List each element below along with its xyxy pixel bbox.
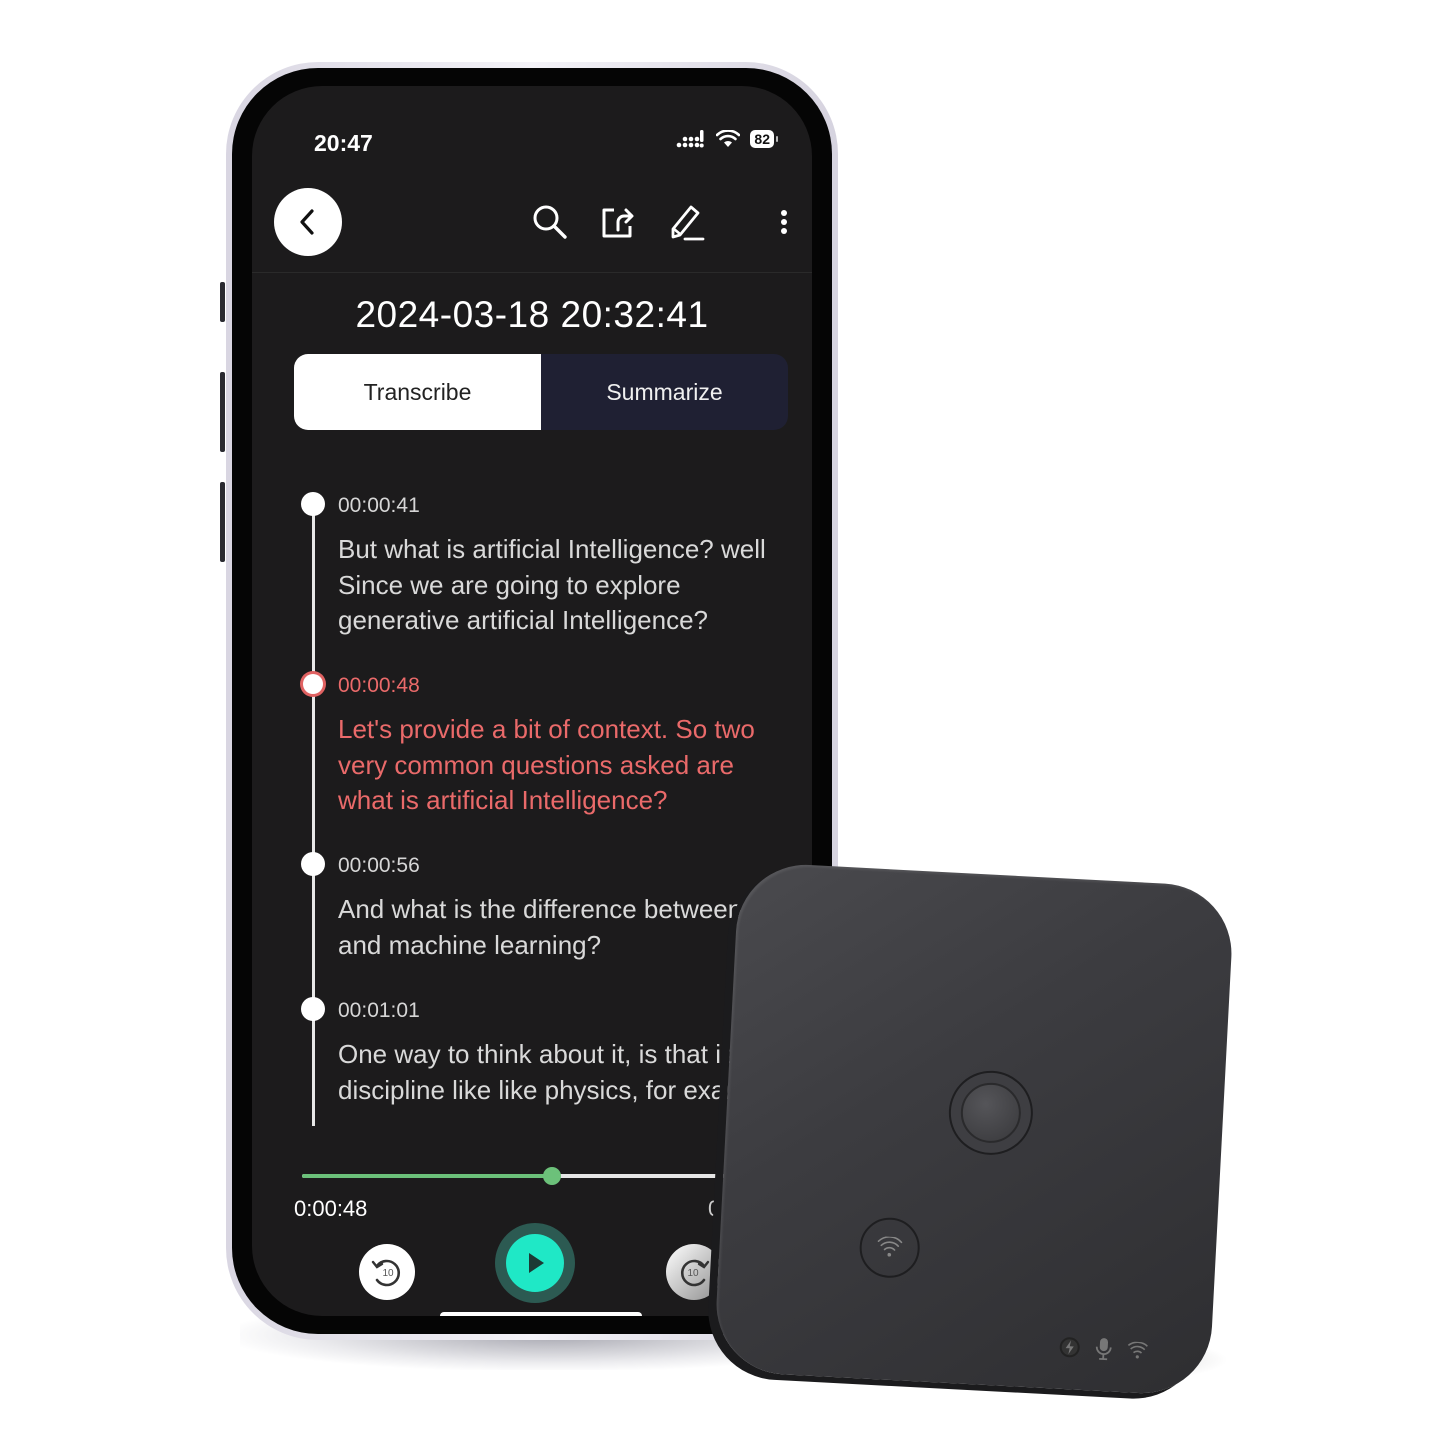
volume-up-button bbox=[220, 372, 225, 452]
current-time: 0:00:48 bbox=[294, 1196, 368, 1221]
entry-timestamp: 00:00:41 bbox=[338, 494, 420, 517]
tab-transcribe[interactable]: Transcribe bbox=[294, 354, 541, 430]
rewind-10-icon: 10 bbox=[371, 1259, 400, 1287]
entry-text: Let's provide a bit of context. So two v… bbox=[338, 714, 755, 815]
status-icons: 82 bbox=[676, 130, 778, 148]
svg-text:10: 10 bbox=[687, 1268, 699, 1279]
search-button[interactable] bbox=[528, 200, 572, 244]
chevron-left-icon bbox=[300, 209, 314, 235]
entry-text: One way to think about it, is that is a … bbox=[338, 1039, 782, 1105]
wifi-pair-button bbox=[858, 1216, 922, 1280]
recording-title: 2024-03-18 20:32:41 bbox=[355, 294, 709, 335]
timeline-line bbox=[312, 498, 315, 1134]
tab-summarize[interactable]: Summarize bbox=[541, 354, 788, 430]
wifi-icon bbox=[1127, 1341, 1148, 1359]
playback-slider-handle[interactable] bbox=[542, 1167, 561, 1185]
microphone-icon bbox=[1095, 1338, 1112, 1361]
toolbar-divider bbox=[252, 272, 812, 273]
entry-timestamp: 00:01:01 bbox=[338, 999, 420, 1022]
wifi-icon bbox=[716, 130, 741, 147]
charging-icon bbox=[1059, 1337, 1080, 1358]
skip-forward-button[interactable]: 10 bbox=[666, 1244, 722, 1300]
play-button[interactable] bbox=[506, 1234, 564, 1292]
play-icon bbox=[529, 1253, 544, 1273]
more-vertical-icon bbox=[781, 210, 787, 234]
timeline-dot bbox=[301, 997, 325, 1021]
view-toggle: Transcribe Summarize bbox=[294, 354, 788, 430]
edit-button[interactable] bbox=[664, 200, 708, 244]
forward-10-icon: 10 bbox=[681, 1259, 710, 1287]
battery-icon: 82 bbox=[750, 130, 778, 148]
voice-recorder-device bbox=[712, 861, 1236, 1397]
more-button[interactable] bbox=[762, 200, 806, 244]
timeline-dot-active bbox=[303, 674, 323, 694]
status-time: 20:47 bbox=[314, 130, 373, 156]
wifi-icon bbox=[877, 1236, 903, 1257]
svg-text:10: 10 bbox=[382, 1268, 394, 1279]
entry-timestamp: 00:00:48 bbox=[338, 674, 420, 697]
action-button bbox=[220, 282, 225, 322]
timeline-dot bbox=[301, 492, 325, 516]
share-icon bbox=[602, 208, 634, 238]
entry-timestamp: 00:00:56 bbox=[338, 854, 420, 877]
share-button[interactable] bbox=[596, 200, 640, 244]
timeline-dot bbox=[301, 852, 325, 876]
back-button[interactable] bbox=[274, 188, 342, 256]
signal-icon bbox=[677, 130, 705, 148]
skip-back-button[interactable]: 10 bbox=[359, 1244, 415, 1300]
entry-text: But what is artificial Intelligence? wel… bbox=[338, 534, 766, 635]
edit-icon bbox=[671, 205, 705, 241]
home-indicator[interactable] bbox=[440, 1312, 642, 1316]
volume-down-button bbox=[220, 482, 225, 562]
device-indicators bbox=[1058, 1335, 1149, 1364]
search-icon bbox=[533, 205, 567, 239]
playback-progress-fill bbox=[302, 1174, 552, 1178]
record-button-cap bbox=[959, 1081, 1023, 1145]
record-button bbox=[946, 1068, 1036, 1158]
entry-text: And what is the difference between AI an… bbox=[338, 894, 773, 960]
